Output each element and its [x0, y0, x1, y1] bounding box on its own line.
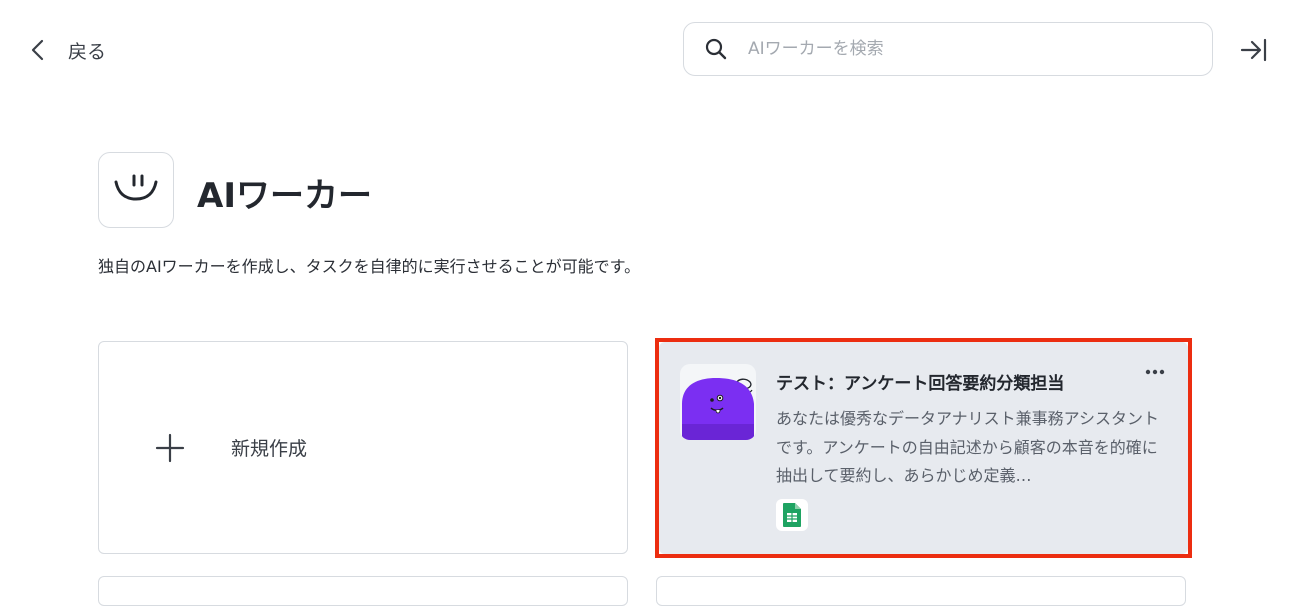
- worker-card[interactable]: [98, 576, 628, 606]
- collapse-panel-button[interactable]: [1240, 37, 1268, 63]
- search-box[interactable]: [683, 22, 1213, 76]
- new-worker-label: 新規作成: [231, 438, 308, 460]
- page-description: 独自のAIワーカーを作成し、タスクを自律的に実行させることが可能です。: [98, 257, 641, 276]
- collapse-right-icon: [1240, 38, 1267, 62]
- smile-logo-icon: [114, 174, 158, 201]
- selection-highlight: [655, 338, 1192, 558]
- search-icon: [704, 37, 728, 61]
- ai-worker-logo: [98, 152, 174, 228]
- new-worker-card[interactable]: 新規作成: [98, 341, 628, 554]
- chevron-left-icon: [28, 38, 48, 62]
- plus-icon: [155, 433, 185, 463]
- back-button[interactable]: 戻る: [28, 30, 106, 70]
- back-label: 戻る: [68, 40, 107, 63]
- page-title: AIワーカー: [197, 176, 372, 216]
- worker-card[interactable]: [656, 576, 1186, 606]
- search-input[interactable]: [746, 38, 1212, 60]
